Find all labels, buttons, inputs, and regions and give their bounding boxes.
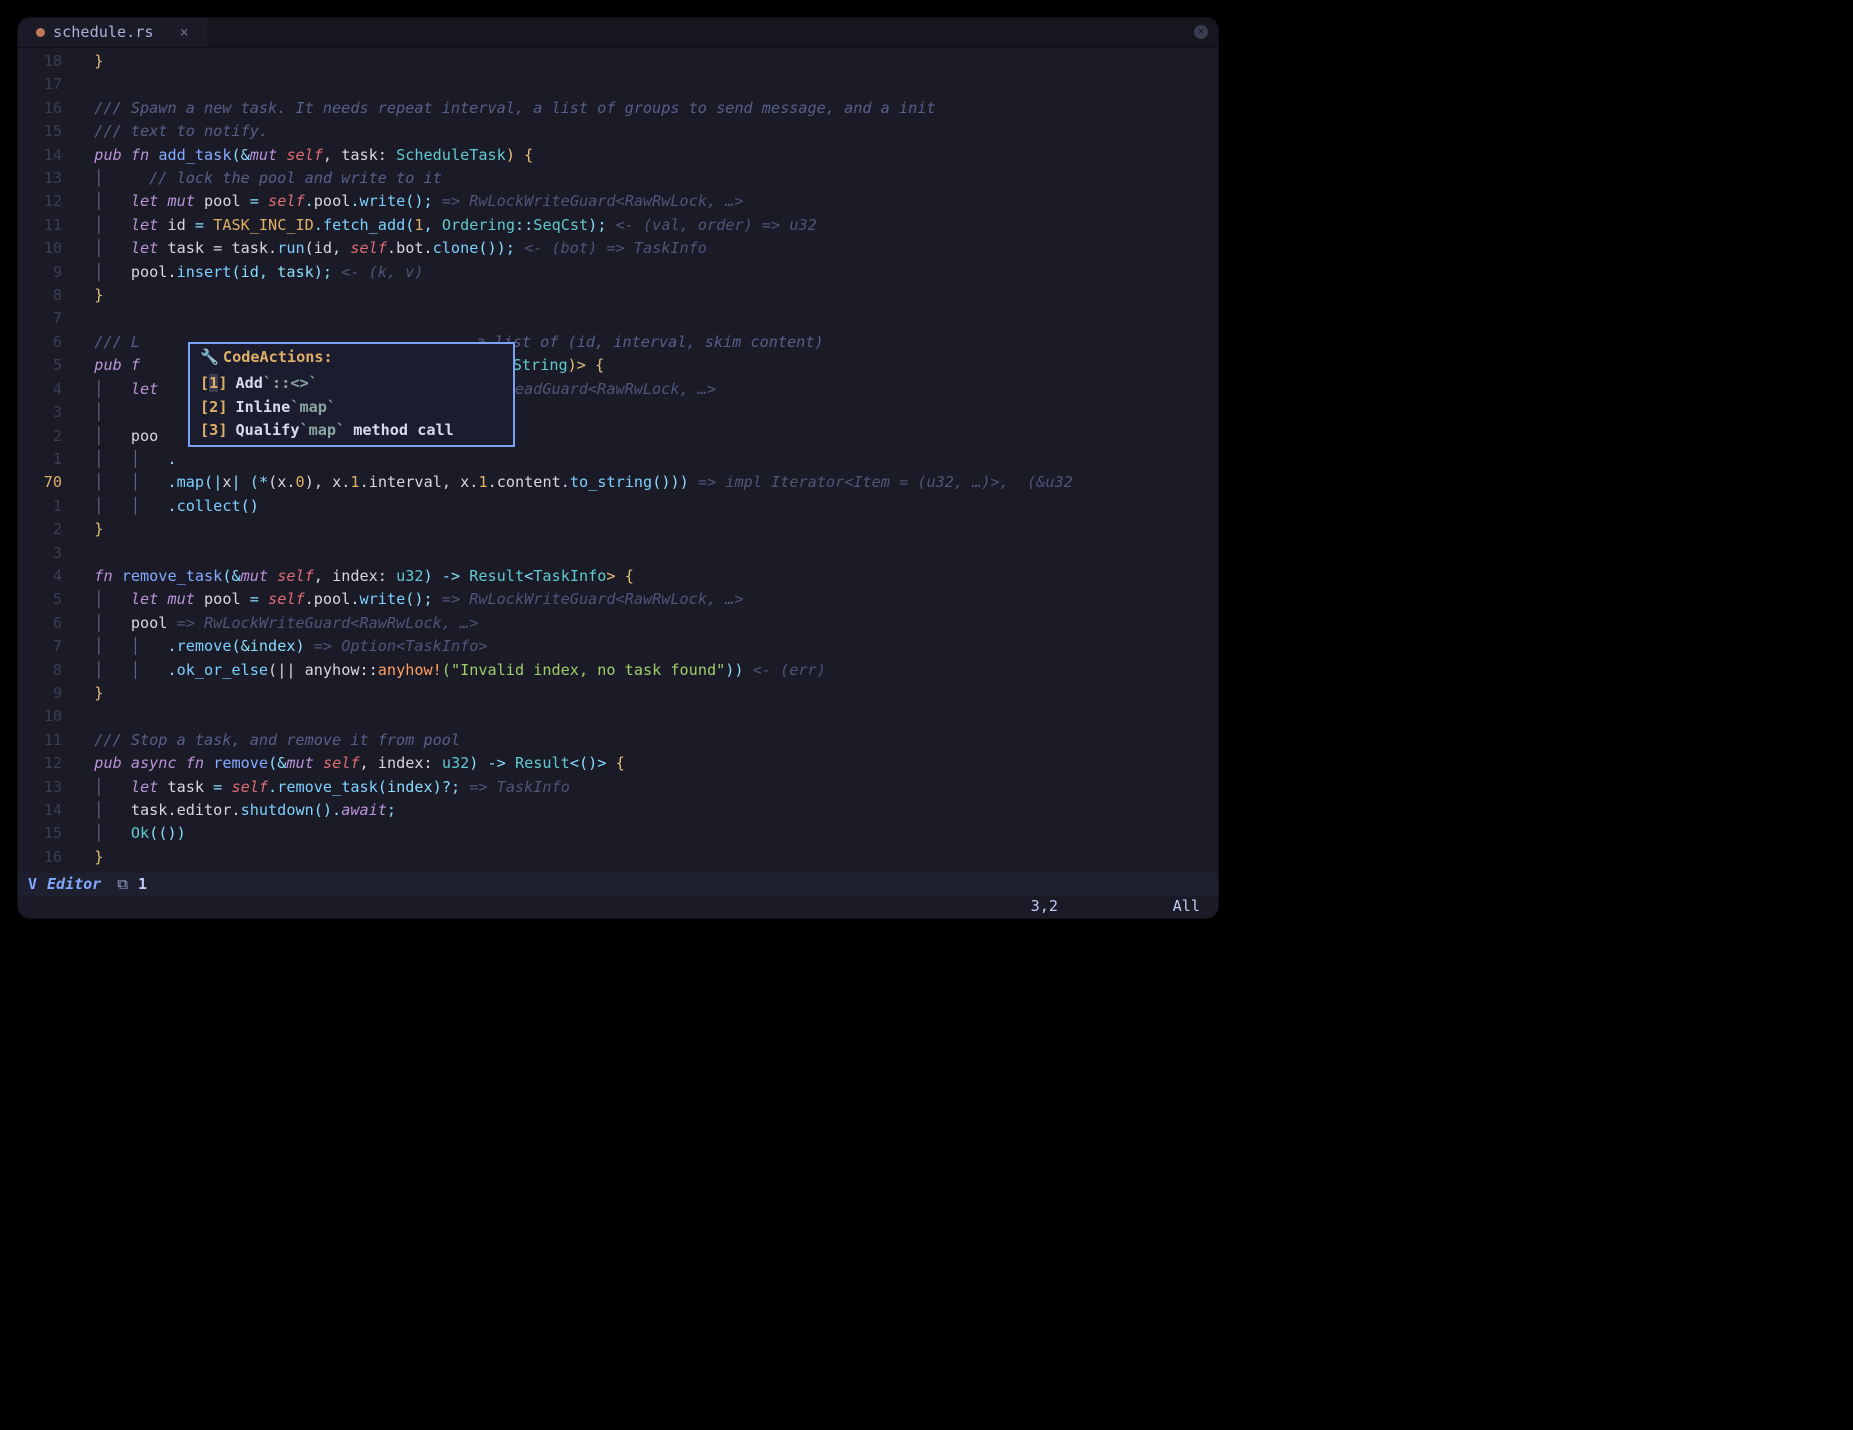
tab-close-icon[interactable]: × xyxy=(180,21,189,44)
code-area[interactable]: 18 } 17 16 /// Spawn a new task. It need… xyxy=(18,48,1218,868)
popup-title: 🔧CodeActions: xyxy=(190,346,513,372)
window-close-icon[interactable]: × xyxy=(1194,25,1208,39)
cursor-position: 3,2 xyxy=(1031,895,1058,918)
code-actions-popup[interactable]: 🔧CodeActions: [1]Add `::<>` [2]Inline `m… xyxy=(188,342,515,447)
status-line: V Editor ⧉ 1 xyxy=(18,873,1218,896)
tab-schedule-rs[interactable]: schedule.rs × xyxy=(18,18,207,47)
split-count: 1 xyxy=(138,873,147,896)
code-action-item-3[interactable]: [3]Qualify `map` method call xyxy=(190,419,513,442)
scroll-indicator: All xyxy=(1173,895,1200,918)
mode-label: Editor xyxy=(47,873,101,896)
code-action-item-1[interactable]: [1]Add `::<>` xyxy=(190,372,513,395)
command-line: 3,2 All xyxy=(18,896,1218,918)
modified-dot-icon xyxy=(36,28,45,37)
tab-filename: schedule.rs xyxy=(53,21,154,44)
split-icon: ⧉ xyxy=(117,873,128,896)
wrench-icon: 🔧 xyxy=(200,348,219,366)
code-editor[interactable]: 18 } 17 16 /// Spawn a new task. It need… xyxy=(18,48,1218,868)
mode-icon: V xyxy=(28,873,37,896)
tab-bar: schedule.rs × xyxy=(18,18,1218,48)
editor-window: schedule.rs × × 18 } 17 16 /// Spawn a n… xyxy=(18,18,1218,918)
gutter-line: 18 xyxy=(18,50,76,73)
code-action-item-2[interactable]: [2]Inline `map` xyxy=(190,396,513,419)
